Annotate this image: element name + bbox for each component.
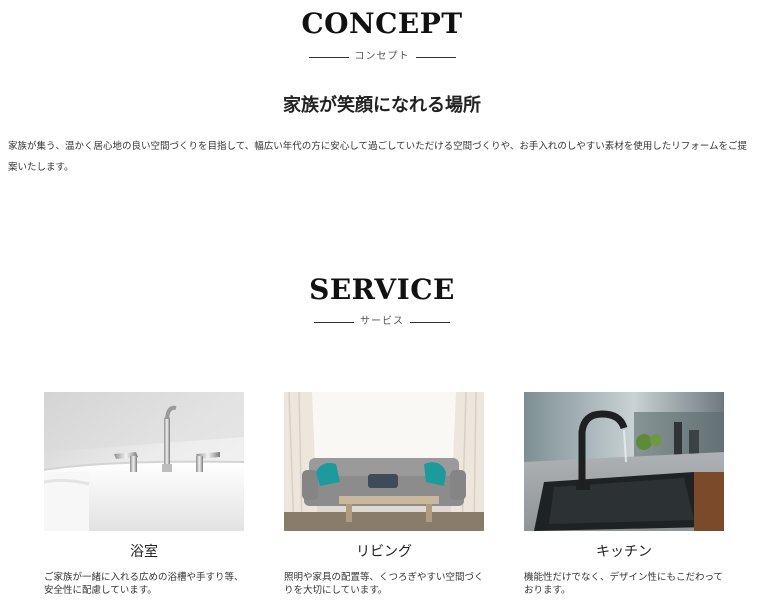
- divider-line: [314, 321, 354, 323]
- service-card-living[interactable]: リビング 照明や家具の配置等、くつろぎやすい空間づくりを大切にしています。: [284, 392, 484, 597]
- service-name-kitchen: キッチン: [596, 544, 652, 560]
- service-desc-bath: ご家族が一緒に入れる広めの浴槽や手すり等、安全性に配慮しています。: [44, 572, 244, 596]
- service-name-bath: 浴室: [130, 544, 158, 560]
- service-name-living: リビング: [356, 544, 412, 560]
- concept-title: CONCEPT: [301, 7, 463, 40]
- divider-line: [410, 321, 450, 323]
- concept-subtitle: コンセプト: [0, 51, 764, 63]
- divider-line: [415, 56, 456, 58]
- bathtub-image: [44, 392, 244, 531]
- living-room-image: [284, 392, 484, 531]
- divider-line: [308, 56, 349, 58]
- concept-subtitle-label: コンセプト: [354, 51, 410, 62]
- concept-heading: 家族が笑顔になれる場所: [283, 95, 481, 116]
- kitchen-sink-image: [524, 392, 724, 531]
- service-card-bath[interactable]: 浴室 ご家族が一緒に入れる広めの浴槽や手すり等、安全性に配慮しています。: [44, 392, 244, 597]
- service-subtitle: サービス: [0, 316, 764, 328]
- concept-body: 家族が集う、温かく居心地の良い空間づくりを目指して、幅広い年代の方に安心して過ご…: [8, 141, 748, 173]
- service-desc-kitchen: 機能性だけでなく、デザイン性にもこだわっております。: [524, 572, 724, 596]
- service-desc-living: 照明や家具の配置等、くつろぎやすい空間づくりを大切にしています。: [284, 572, 484, 596]
- service-subtitle-label: サービス: [360, 316, 404, 327]
- service-title: SERVICE: [309, 273, 455, 306]
- page: CONCEPT コンセプト 家族が笑顔になれる場所 家族が集う、温かく居心地の良…: [0, 0, 764, 607]
- service-card-kitchen[interactable]: キッチン 機能性だけでなく、デザイン性にもこだわっております。: [524, 392, 724, 597]
